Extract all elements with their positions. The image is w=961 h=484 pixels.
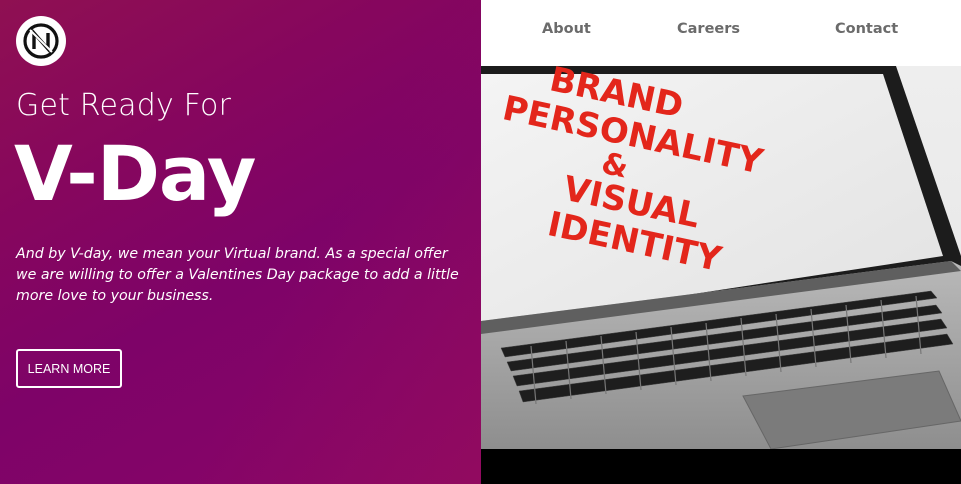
nav-item-contact[interactable]: Contact xyxy=(835,21,898,37)
hero-kicker: Get Ready For xyxy=(16,88,232,123)
bottom-bar xyxy=(481,449,961,484)
laptop-photo: BRAND PERSONALITY & VISUAL IDENTITY xyxy=(481,66,961,449)
hero-panel: Get Ready For V-Day And by V-day, we mea… xyxy=(0,0,481,484)
laptop-illustration: BRAND PERSONALITY & VISUAL IDENTITY xyxy=(481,66,961,449)
nav-item-about[interactable]: About xyxy=(542,21,591,37)
hero-headline: V-Day xyxy=(14,129,256,218)
top-nav: About Careers Contact xyxy=(481,0,961,66)
learn-more-button[interactable]: LEARN MORE xyxy=(16,349,122,388)
logo-icon[interactable] xyxy=(16,16,66,66)
nav-item-careers[interactable]: Careers xyxy=(677,21,740,37)
hero-description: And by V-day, we mean your Virtual brand… xyxy=(16,246,459,304)
